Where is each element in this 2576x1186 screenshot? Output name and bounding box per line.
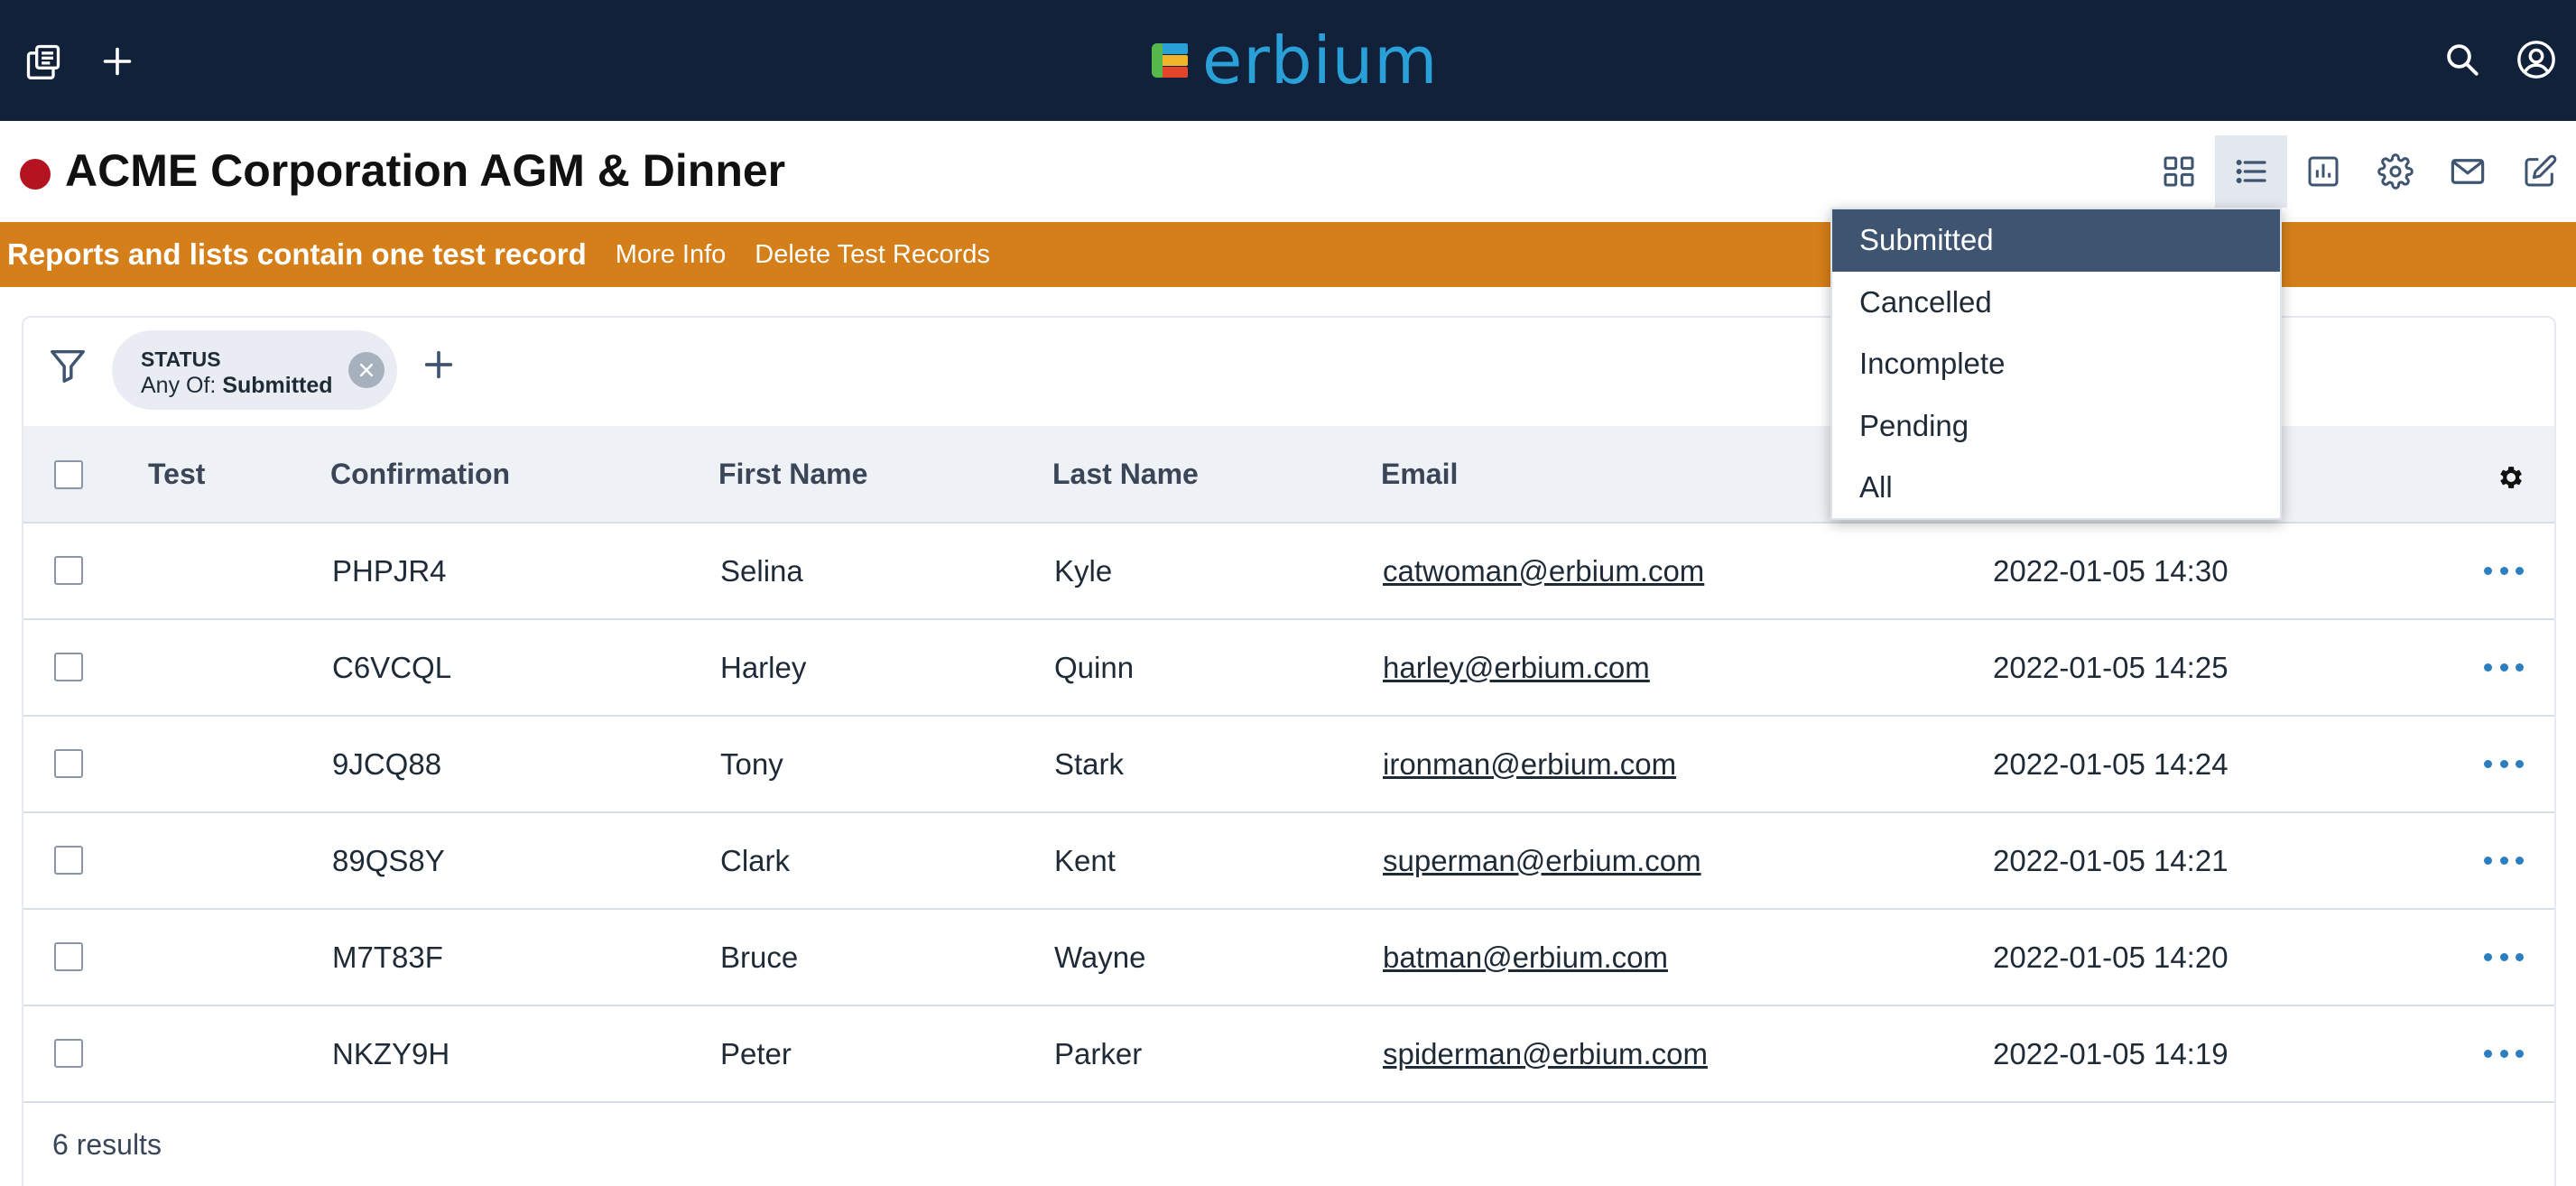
row-checkbox[interactable] [54, 556, 83, 585]
first-name-cell: Tony [720, 746, 783, 781]
row-checkbox[interactable] [54, 846, 83, 875]
first-name-cell: Bruce [720, 940, 799, 974]
results-count: 6 results [52, 1128, 162, 1161]
status-dropdown-menu: Submitted Cancelled Incomplete Pending A… [1830, 208, 2282, 520]
copy-pages-icon[interactable] [20, 38, 67, 85]
date-cell: 2022-01-05 14:19 [1993, 1036, 2229, 1070]
chip-value: Any Of: Submitted [141, 373, 333, 398]
status-option-all[interactable]: All [1832, 457, 2280, 519]
remove-filter-icon[interactable] [348, 352, 385, 388]
plus-icon[interactable] [94, 38, 141, 85]
confirmation-cell: NKZY9H [332, 1036, 450, 1070]
first-name-cell: Peter [720, 1036, 792, 1070]
table-row[interactable]: PHPJR4 Selina Kyle catwoman@erbium.com 2… [23, 524, 2554, 620]
page-title: ACME Corporation AGM & Dinner [65, 145, 786, 196]
row-checkbox[interactable] [54, 749, 83, 778]
view-toolbar [2143, 135, 2576, 208]
email-link[interactable]: batman@erbium.com [1383, 910, 1668, 1005]
confirmation-cell: M7T83F [332, 940, 443, 974]
column-header-email[interactable]: Email [1381, 426, 1458, 522]
first-name-cell: Harley [720, 650, 807, 684]
row-more-icon[interactable] [2484, 658, 2524, 676]
banner-message: Reports and lists contain one test recor… [7, 237, 587, 271]
last-name-cell: Parker [1054, 1036, 1143, 1070]
date-cell: 2022-01-05 14:25 [1993, 650, 2229, 684]
confirmation-cell: 89QS8Y [332, 843, 445, 877]
select-all-checkbox[interactable] [54, 460, 83, 489]
last-name-cell: Quinn [1054, 650, 1135, 684]
top-navigation-bar: erbium [0, 0, 2576, 121]
account-icon[interactable] [2509, 32, 2563, 87]
column-header-test[interactable]: Test [148, 426, 205, 522]
search-icon[interactable] [2437, 34, 2488, 85]
event-status-dot [20, 159, 51, 190]
reports-chart-icon[interactable] [2287, 135, 2359, 208]
email-link[interactable]: ironman@erbium.com [1383, 717, 1676, 811]
row-checkbox[interactable] [54, 942, 83, 971]
confirmation-cell: C6VCQL [332, 650, 452, 684]
row-more-icon[interactable] [2484, 851, 2524, 869]
last-name-cell: Stark [1054, 746, 1125, 781]
row-more-icon[interactable] [2484, 755, 2524, 773]
status-filter-chip[interactable]: STATUS Any Of: Submitted [112, 330, 397, 410]
first-name-cell: Selina [720, 553, 803, 588]
delete-test-records-link[interactable]: Delete Test Records [755, 240, 990, 270]
date-cell: 2022-01-05 14:24 [1993, 746, 2229, 781]
column-header-confirmation[interactable]: Confirmation [330, 426, 510, 522]
row-checkbox[interactable] [54, 1039, 83, 1068]
column-header-first-name[interactable]: First Name [718, 426, 867, 522]
list-view-icon[interactable] [2215, 135, 2287, 208]
settings-gear-icon[interactable] [2359, 135, 2432, 208]
table-row[interactable]: C6VCQL Harley Quinn harley@erbium.com 20… [23, 620, 2554, 717]
email-link[interactable]: catwoman@erbium.com [1383, 524, 1704, 618]
row-more-icon[interactable] [2484, 561, 2524, 579]
status-option-submitted[interactable]: Submitted [1832, 209, 2280, 272]
date-cell: 2022-01-05 14:20 [1993, 940, 2229, 974]
add-filter-icon[interactable] [421, 347, 466, 392]
table-row[interactable]: 89QS8Y Clark Kent superman@erbium.com 20… [23, 813, 2554, 910]
first-name-cell: Clark [720, 843, 791, 877]
date-cell: 2022-01-05 14:21 [1993, 843, 2229, 877]
row-checkbox[interactable] [54, 653, 83, 681]
edit-icon[interactable] [2504, 135, 2576, 208]
confirmation-cell: PHPJR4 [332, 553, 447, 588]
row-more-icon[interactable] [2484, 948, 2524, 966]
email-icon[interactable] [2432, 135, 2504, 208]
table-row[interactable]: M7T83F Bruce Wayne batman@erbium.com 202… [23, 910, 2554, 1006]
more-info-link[interactable]: More Info [616, 240, 727, 270]
row-more-icon[interactable] [2484, 1044, 2524, 1062]
filter-icon[interactable] [47, 345, 92, 390]
grid-view-icon[interactable] [2143, 135, 2215, 208]
column-header-last-name[interactable]: Last Name [1052, 426, 1199, 522]
table-row[interactable]: 9JCQ88 Tony Stark ironman@erbium.com 202… [23, 717, 2554, 813]
confirmation-cell: 9JCQ88 [332, 746, 442, 781]
erbium-logo[interactable]: erbium [1152, 20, 1438, 101]
last-name-cell: Wayne [1054, 940, 1146, 974]
status-option-pending[interactable]: Pending [1832, 395, 2280, 458]
status-option-incomplete[interactable]: Incomplete [1832, 333, 2280, 395]
email-link[interactable]: spiderman@erbium.com [1383, 1006, 1708, 1101]
date-cell: 2022-01-05 14:30 [1993, 553, 2229, 588]
brand-name: erbium [1202, 23, 1439, 98]
column-settings-gear-icon[interactable] [2495, 462, 2525, 493]
table-row[interactable]: NKZY9H Peter Parker spiderman@erbium.com… [23, 1006, 2554, 1103]
last-name-cell: Kyle [1054, 553, 1113, 588]
last-name-cell: Kent [1054, 843, 1116, 877]
email-link[interactable]: superman@erbium.com [1383, 813, 1701, 908]
email-link[interactable]: harley@erbium.com [1383, 620, 1650, 715]
status-option-cancelled[interactable]: Cancelled [1832, 272, 2280, 334]
erbium-logo-mark [1152, 40, 1193, 81]
